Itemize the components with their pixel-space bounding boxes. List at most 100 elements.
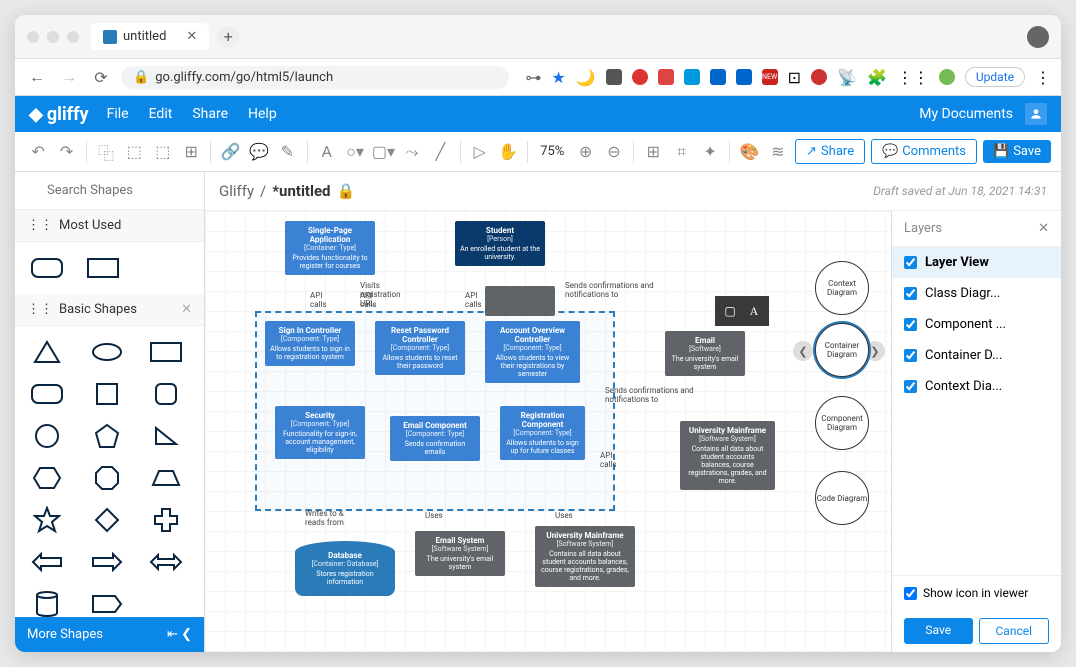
- profile-icon[interactable]: [1027, 26, 1049, 48]
- layers-save-button[interactable]: Save: [904, 618, 973, 644]
- hand-tool[interactable]: ✋: [495, 138, 521, 166]
- shape-rounded-rect[interactable]: [25, 252, 69, 284]
- node-email2[interactable]: Email[Software]The university's email sy…: [665, 331, 745, 376]
- shape-rect[interactable]: [144, 336, 188, 368]
- node-reset[interactable]: Reset Password Controller[Component: Typ…: [375, 321, 465, 375]
- search-input[interactable]: [21, 178, 198, 203]
- layer-checkbox[interactable]: [904, 349, 917, 362]
- ext-icon[interactable]: [606, 69, 622, 85]
- layer-checkbox[interactable]: [904, 380, 917, 393]
- my-documents-link[interactable]: My Documents: [919, 106, 1013, 122]
- close-icon[interactable]: ✕: [181, 302, 192, 317]
- front-button[interactable]: ⬚: [121, 138, 147, 166]
- ext-icon[interactable]: NEW: [762, 69, 778, 85]
- user-avatar[interactable]: [1025, 103, 1047, 125]
- menu-edit[interactable]: Edit: [149, 106, 173, 122]
- node-regcomp[interactable]: Registration Component[Component: Type]A…: [500, 406, 585, 460]
- rect-dropdown[interactable]: ▢▾: [370, 138, 396, 166]
- shape-right-triangle[interactable]: [144, 420, 188, 452]
- connector-button[interactable]: ⤳: [399, 138, 425, 166]
- menu-share[interactable]: Share: [192, 106, 228, 122]
- redo-button[interactable]: ↷: [53, 138, 79, 166]
- circle-code[interactable]: Code Diagram: [815, 471, 869, 525]
- back-button-z[interactable]: ⬚: [150, 138, 176, 166]
- ext-icon[interactable]: ⊡: [788, 68, 801, 87]
- node-emailsys[interactable]: Email System[Software System]The univers…: [415, 531, 505, 576]
- tab-close-icon[interactable]: ✕: [186, 29, 197, 44]
- menu-icon[interactable]: ⋮: [1035, 68, 1051, 87]
- circle-container[interactable]: Container Diagram: [815, 323, 869, 377]
- shape-square[interactable]: [85, 378, 129, 410]
- layers-button[interactable]: ≋: [765, 138, 791, 166]
- more-shapes-button[interactable]: More Shapes ⇤ ❮: [15, 617, 204, 652]
- category-basic-shapes[interactable]: ⋮⋮Basic Shapes✕: [15, 294, 204, 326]
- node-signin[interactable]: Sign In Controller[Component: Type]Allow…: [265, 321, 355, 366]
- shape-rounded-rect[interactable]: [25, 378, 69, 410]
- link-button[interactable]: 🔗: [217, 138, 243, 166]
- menu-help[interactable]: Help: [248, 106, 277, 122]
- shape-pentagon[interactable]: [85, 420, 129, 452]
- shape-hexagon[interactable]: [25, 462, 69, 494]
- shape-octagon[interactable]: [85, 462, 129, 494]
- undo-button[interactable]: ↶: [25, 138, 51, 166]
- shape-ellipse[interactable]: [85, 336, 129, 368]
- line-tool[interactable]: ╱: [427, 138, 453, 166]
- layer-item-context[interactable]: Context Dia...: [892, 371, 1061, 402]
- layer-item-container[interactable]: Container D...: [892, 340, 1061, 371]
- back-button[interactable]: ←: [25, 65, 49, 89]
- node-security[interactable]: Security[Component: Type]Functionality f…: [275, 406, 365, 459]
- maximize-window-button[interactable]: [67, 31, 79, 43]
- share-button[interactable]: ↗Share: [795, 139, 865, 164]
- forward-button[interactable]: →: [57, 65, 81, 89]
- note-button[interactable]: 💬: [246, 138, 272, 166]
- snap-button[interactable]: ⌗: [668, 138, 694, 166]
- highlight-button[interactable]: ✎: [274, 138, 300, 166]
- node-database[interactable]: Database[Container: Database]Stores regi…: [295, 541, 395, 596]
- ext-icon[interactable]: [710, 69, 726, 85]
- shape-circle[interactable]: [25, 420, 69, 452]
- shape-arrow-right[interactable]: [85, 546, 129, 578]
- update-button[interactable]: Update: [965, 67, 1025, 87]
- zoom-in-button[interactable]: ⊕: [572, 138, 598, 166]
- shape-trapezoid[interactable]: [144, 462, 188, 494]
- layer-item-component[interactable]: Component ...: [892, 309, 1061, 340]
- ext-icon[interactable]: ⋮⋮: [897, 68, 929, 87]
- layer-checkbox[interactable]: [904, 256, 917, 269]
- grid-button[interactable]: ⊞: [640, 138, 666, 166]
- comments-button[interactable]: 💬Comments: [871, 139, 977, 164]
- pointer-tool[interactable]: ▷: [466, 138, 492, 166]
- close-window-button[interactable]: [27, 31, 39, 43]
- shape-arrow-left[interactable]: [25, 546, 69, 578]
- rss-icon[interactable]: 📡: [837, 68, 857, 87]
- shape-cylinder[interactable]: [25, 588, 69, 617]
- zoom-level[interactable]: 75%: [534, 144, 570, 159]
- line-dropdown[interactable]: ○▾: [342, 138, 368, 166]
- text-tool-popup[interactable]: ▢ A: [715, 296, 769, 326]
- layer-checkbox[interactable]: [904, 318, 917, 331]
- layers-cancel-button[interactable]: Cancel: [979, 618, 1050, 644]
- group-button[interactable]: ⊞: [178, 138, 204, 166]
- breadcrumb-root[interactable]: Gliffy: [219, 182, 254, 200]
- shape-star[interactable]: [25, 504, 69, 536]
- menu-file[interactable]: File: [107, 106, 129, 122]
- shape-arrow-both[interactable]: [144, 546, 188, 578]
- circle-component[interactable]: Component Diagram: [815, 396, 869, 450]
- shape-plus[interactable]: [144, 504, 188, 536]
- logo[interactable]: ◆gliffy: [29, 104, 89, 125]
- text-icon[interactable]: A: [743, 300, 765, 322]
- guide-button[interactable]: ✦: [697, 138, 723, 166]
- minimize-window-button[interactable]: [47, 31, 59, 43]
- browser-tab[interactable]: untitled ✕: [91, 23, 209, 50]
- moon-icon[interactable]: 🌙: [576, 68, 596, 87]
- rect-icon[interactable]: ▢: [719, 300, 741, 322]
- node-emailsys-top[interactable]: [485, 286, 555, 316]
- key-icon[interactable]: ⊶: [525, 68, 541, 87]
- node-student[interactable]: Student[Person]An enrolled student at th…: [455, 221, 545, 266]
- ext-icon[interactable]: [684, 69, 700, 85]
- shape-rect[interactable]: [81, 252, 125, 284]
- close-icon[interactable]: ✕: [1038, 221, 1049, 236]
- node-spa[interactable]: Single-Page Application[Container: Type]…: [285, 221, 375, 275]
- copy-button[interactable]: ⿻: [93, 138, 119, 166]
- puzzle-icon[interactable]: 🧩: [867, 68, 887, 87]
- url-field[interactable]: 🔒 go.gliffy.com/go/html5/launch: [121, 66, 509, 89]
